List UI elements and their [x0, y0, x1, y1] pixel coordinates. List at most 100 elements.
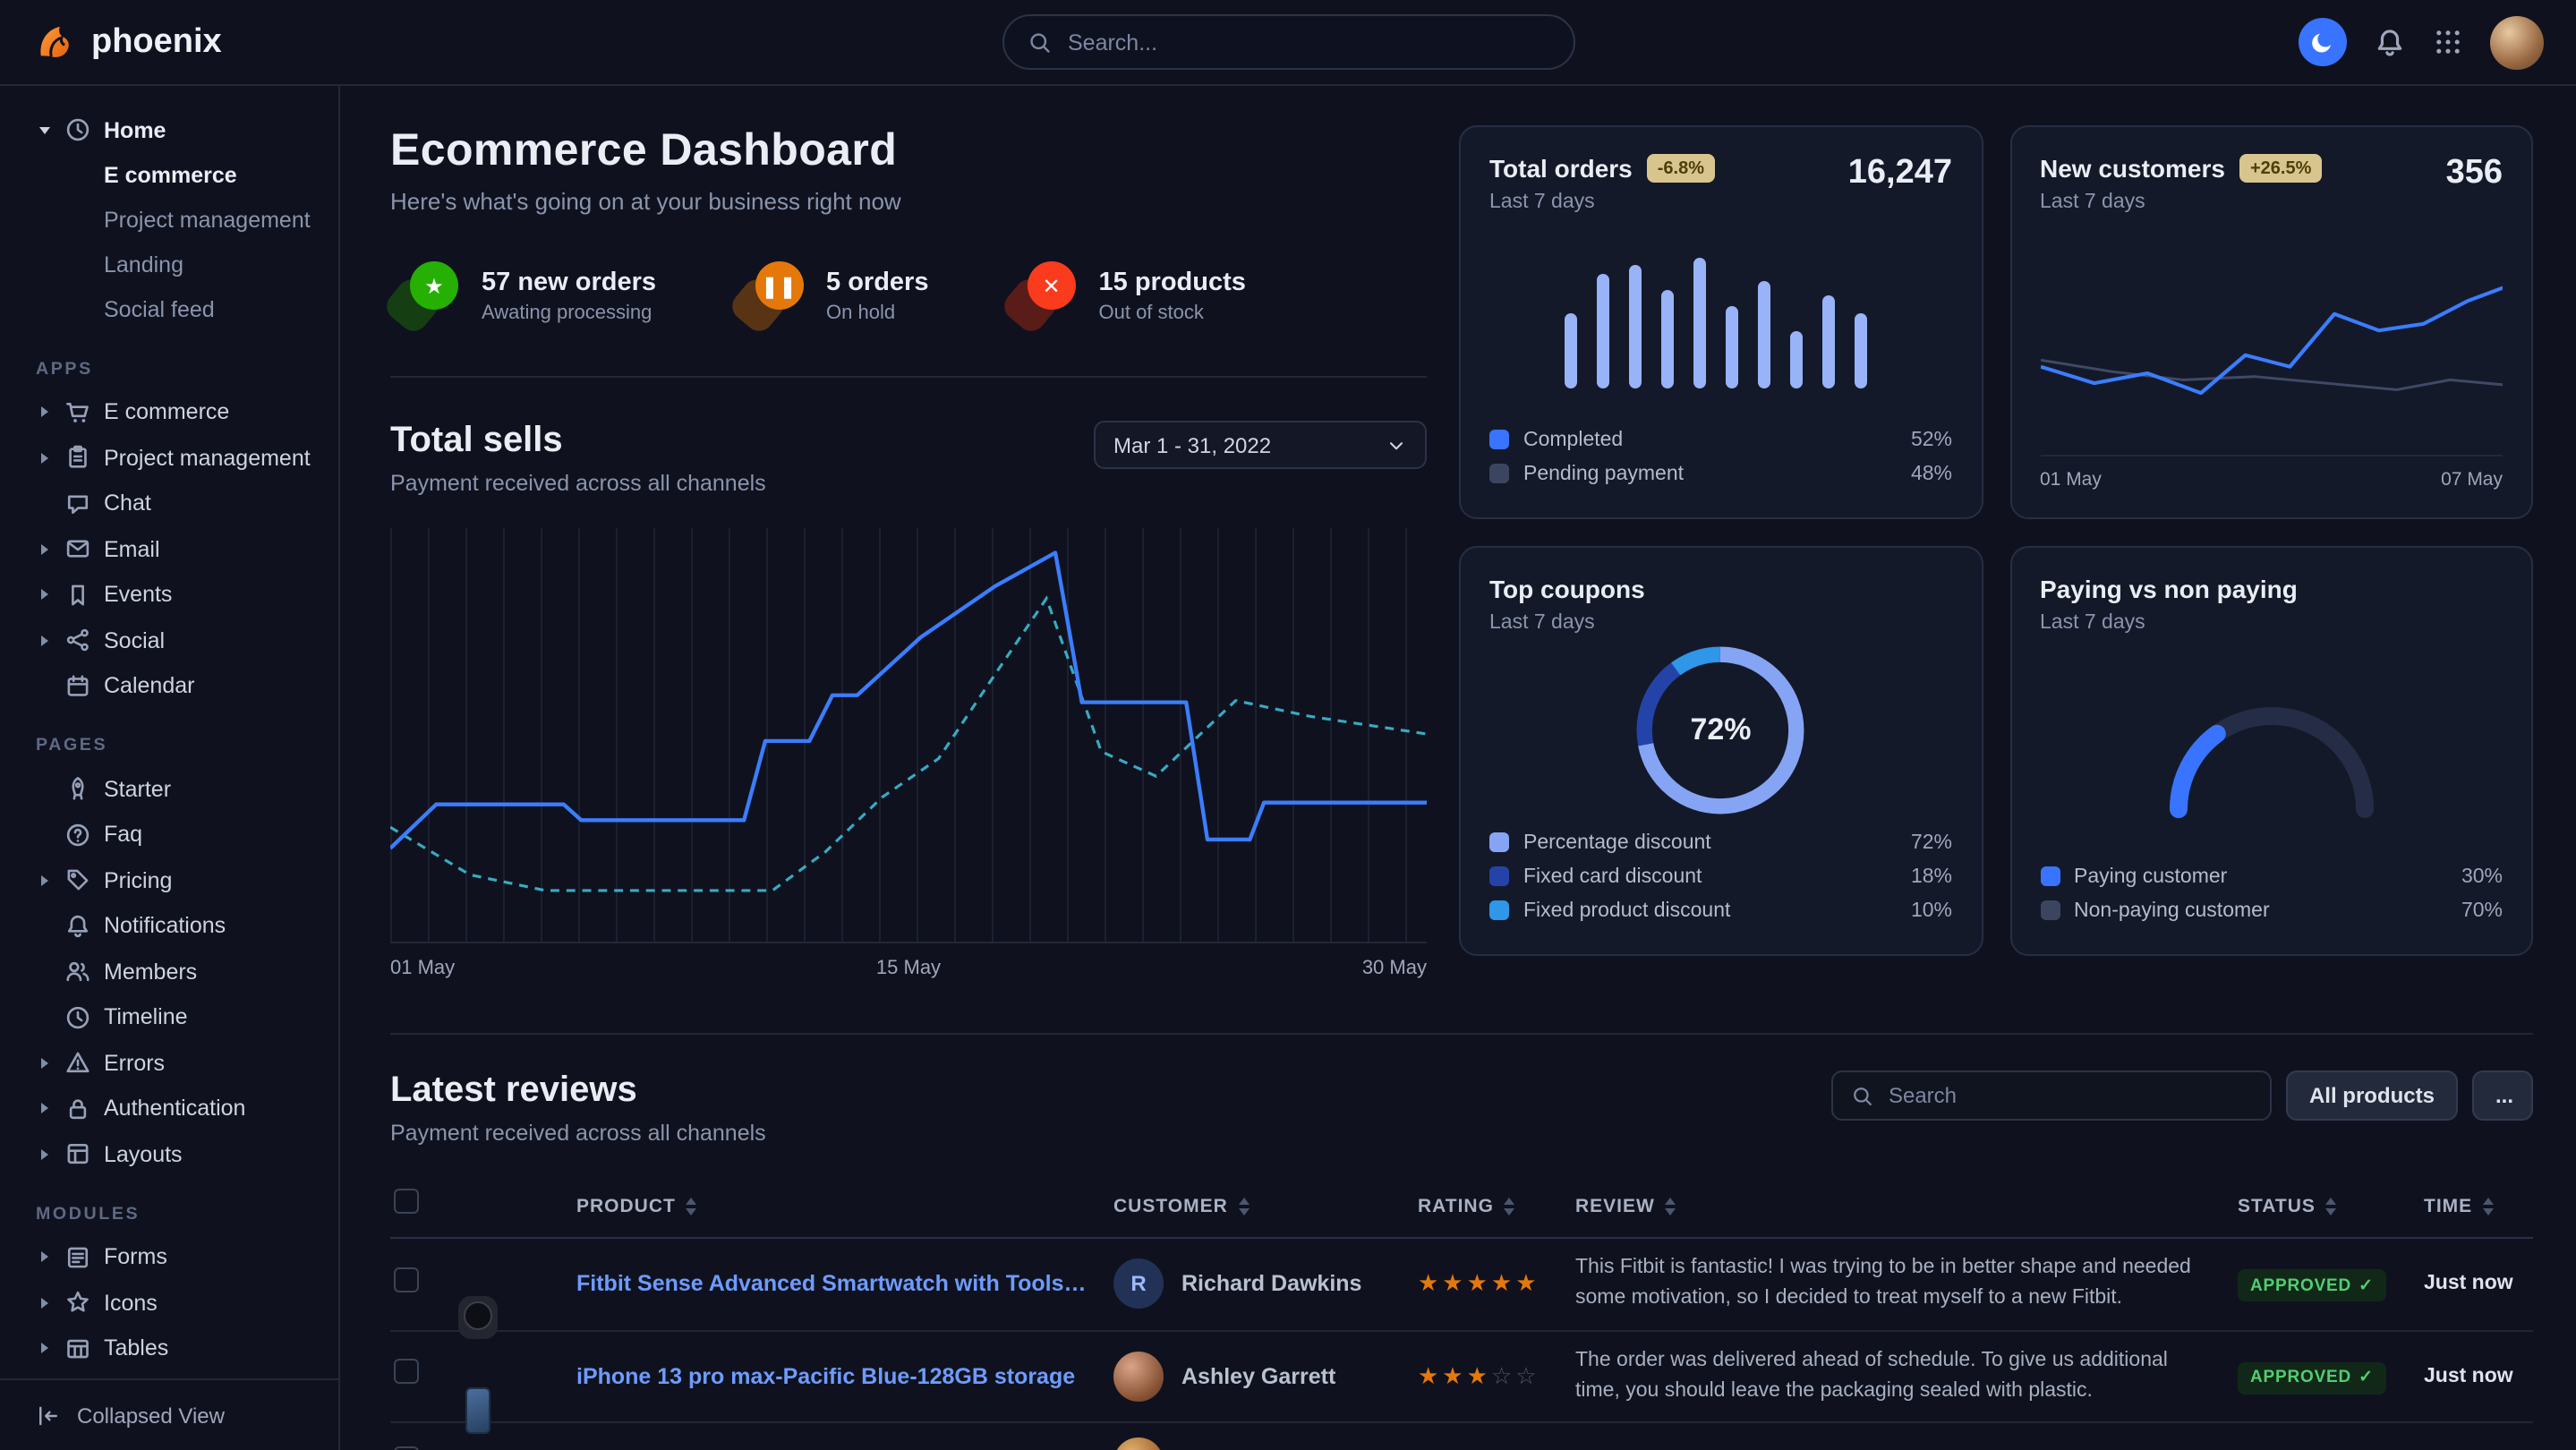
reviews-search-input[interactable] — [1889, 1083, 2252, 1108]
card-title: Top coupons — [1489, 575, 1645, 603]
legend-value: 30% — [2461, 866, 2503, 887]
grid-icon — [2433, 27, 2463, 57]
bell-icon — [2374, 26, 2406, 58]
sidebar-item-errors[interactable]: Errors — [36, 1040, 328, 1086]
review-text: The order was delivered ahead of schedul… — [1575, 1345, 2238, 1407]
all-products-button[interactable]: All products — [2286, 1070, 2458, 1121]
sidebar-item-icons[interactable]: Icons — [36, 1280, 328, 1326]
sidebar-item-components[interactable]: Components — [36, 1371, 328, 1378]
gauge-progress — [2179, 734, 2217, 809]
legend-item: Pending payment 48% — [1489, 456, 1952, 490]
x-badge-icon: ✕ — [1028, 261, 1076, 310]
pause-badge-icon: ❚❚ — [755, 261, 803, 310]
x-label: 07 May — [2441, 469, 2503, 490]
sidebar-item-tables[interactable]: Tables — [36, 1326, 328, 1371]
customer-cell: R Richard Dawkins — [1113, 1259, 1418, 1309]
row-checkbox[interactable] — [394, 1267, 419, 1292]
column-header-review[interactable]: REVIEW — [1575, 1195, 2238, 1216]
sidebar-item-label: Errors — [104, 1051, 165, 1076]
stats-row: ★ 57 new orders Awating processing ❚❚ 5 … — [390, 261, 1427, 329]
sidebar-item-forms[interactable]: Forms — [36, 1234, 328, 1280]
date-range-value: Mar 1 - 31, 2022 — [1113, 432, 1271, 457]
total-orders-badge: -6.8% — [1647, 154, 1715, 183]
reviews-search[interactable] — [1831, 1070, 2272, 1121]
legend-value: 18% — [1911, 866, 1952, 887]
sidebar-item-label: Layouts — [104, 1142, 183, 1167]
apps-menu-button[interactable] — [2433, 27, 2463, 57]
sidebar-item-pricing[interactable]: Pricing — [36, 857, 328, 903]
total-orders-bars — [1565, 257, 1868, 388]
total-orders-card: Total orders -6.8% Last 7 days 16,247 — [1459, 125, 1983, 519]
sidebar-item-label: Chat — [104, 491, 151, 516]
caret-right-icon — [40, 453, 47, 464]
caret-down-icon — [38, 127, 49, 134]
sort-icon — [1666, 1197, 1676, 1215]
sidebar-item-social[interactable]: Social — [36, 618, 328, 663]
column-header-rating[interactable]: RATING — [1418, 1195, 1575, 1216]
date-range-select[interactable]: Mar 1 - 31, 2022 — [1094, 421, 1427, 469]
review-time: Just now — [2424, 1366, 2533, 1387]
tag-icon — [64, 867, 91, 894]
top-coupons-donut-chart: 72% — [1489, 634, 1952, 825]
notifications-button[interactable] — [2374, 26, 2406, 58]
sidebar-subitem-landing[interactable]: Landing — [36, 243, 328, 287]
page-title: Ecommerce Dashboard — [390, 125, 1427, 177]
sidebar-item-events[interactable]: Events — [36, 572, 328, 618]
sidebar-item-label: Social — [104, 628, 165, 653]
sidebar-item-members[interactable]: Members — [36, 949, 328, 994]
customer-avatar — [1113, 1437, 1164, 1450]
review-text: This Fitbit is fantastic! I was trying t… — [1575, 1253, 2238, 1315]
column-header-status[interactable]: STATUS — [2238, 1195, 2424, 1216]
stat-value: 57 new orders — [482, 268, 656, 296]
collapsed-view-toggle[interactable]: Collapsed View — [0, 1378, 338, 1450]
card-title: Total orders — [1489, 154, 1633, 183]
sidebar-item-authentication[interactable]: Authentication — [36, 1086, 328, 1131]
theme-toggle-button[interactable] — [2299, 18, 2347, 66]
sidebar-item-starter[interactable]: Starter — [36, 766, 328, 812]
global-search[interactable] — [1002, 14, 1574, 70]
more-actions-button[interactable]: ... — [2472, 1070, 2533, 1121]
check-icon: ✓ — [2358, 1368, 2374, 1387]
search-icon — [1027, 30, 1052, 55]
sidebar-subitem-project-management[interactable]: Project management — [36, 198, 328, 243]
sidebar-item-notifications[interactable]: Notifications — [36, 903, 328, 949]
sidebar-item-timeline[interactable]: Timeline — [36, 994, 328, 1040]
row-checkbox[interactable] — [394, 1446, 419, 1450]
top-navbar: phoenix — [0, 0, 2576, 86]
column-header-product[interactable]: PRODUCT — [576, 1195, 1113, 1216]
sidebar-item-layouts[interactable]: Layouts — [36, 1131, 328, 1177]
global-search-input[interactable] — [1068, 30, 1549, 55]
customer-avatar: R — [1113, 1259, 1164, 1309]
caret-right-icon — [40, 1252, 47, 1263]
sidebar-item-faq[interactable]: Faq — [36, 812, 328, 857]
customer-avatar — [1113, 1352, 1164, 1402]
total-sells-title: Total sells — [390, 421, 766, 462]
sidebar-item-home[interactable]: Home — [36, 107, 328, 153]
new-customers-badge: +26.5% — [2239, 154, 2322, 183]
column-header-time[interactable]: TIME — [2424, 1195, 2533, 1216]
row-checkbox[interactable] — [394, 1360, 419, 1385]
sidebar-item-email[interactable]: Email — [36, 526, 328, 572]
caret-right-icon — [40, 1298, 47, 1309]
sort-icon — [1239, 1197, 1250, 1215]
user-avatar[interactable] — [2490, 15, 2544, 69]
sidebar-section-pages: PAGES — [36, 736, 328, 755]
legend-item: Fixed product discount 10% — [1489, 893, 1952, 927]
select-all-checkbox[interactable] — [394, 1189, 419, 1214]
sidebar-item-chat[interactable]: Chat — [36, 481, 328, 526]
product-link[interactable]: Fitbit Sense Advanced Smartwatch with To… — [576, 1272, 1113, 1297]
stat-caption: Out of stock — [1099, 302, 1246, 323]
sidebar-subitem-social-feed[interactable]: Social feed — [36, 287, 328, 332]
bookmark-icon — [64, 582, 91, 609]
sidebar-item-calendar[interactable]: Calendar — [36, 663, 328, 709]
legend-swatch — [1489, 464, 1509, 483]
brand[interactable]: phoenix — [36, 21, 222, 63]
reviews-title: Latest reviews — [390, 1070, 766, 1112]
sort-icon — [2326, 1197, 2337, 1215]
sidebar-subitem-ecommerce[interactable]: E commerce — [36, 153, 328, 198]
product-link[interactable]: iPhone 13 pro max-Pacific Blue-128GB sto… — [576, 1364, 1113, 1389]
sidebar-item-project-management-app[interactable]: Project management — [36, 435, 328, 481]
sidebar-item-ecommerce-app[interactable]: E commerce — [36, 389, 328, 435]
column-header-customer[interactable]: CUSTOMER — [1113, 1195, 1418, 1216]
table-row: Fitbit Sense Advanced Smartwatch with To… — [390, 1239, 2533, 1331]
